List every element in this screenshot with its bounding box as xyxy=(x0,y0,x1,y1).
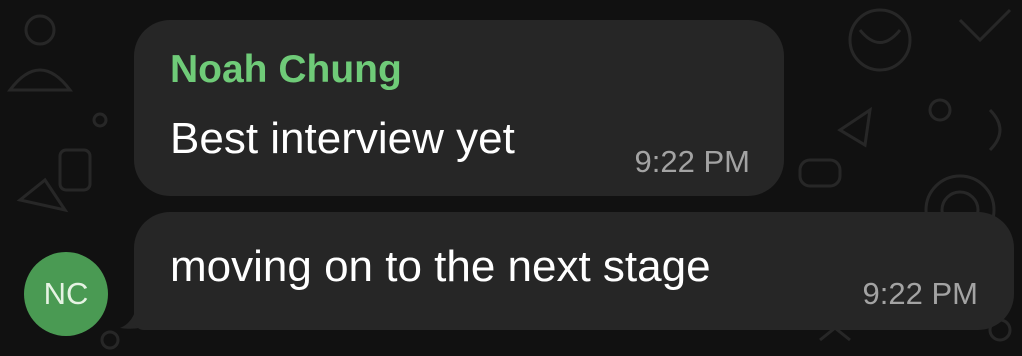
message-text: moving on to the next stage xyxy=(170,242,711,291)
message-timestamp: 9:22 PM xyxy=(634,144,750,179)
message-bubble-1[interactable]: Noah Chung Best interview yet 9:22 PM xyxy=(134,20,784,196)
avatar-initials: NC xyxy=(43,276,89,311)
message-text: Best interview yet xyxy=(170,114,515,163)
message-timestamp: 9:22 PM xyxy=(862,276,978,311)
avatar[interactable]: NC xyxy=(24,252,108,336)
sender-name[interactable]: Noah Chung xyxy=(170,48,402,92)
message-bubble-2[interactable]: moving on to the next stage 9:22 PM xyxy=(134,212,1014,330)
